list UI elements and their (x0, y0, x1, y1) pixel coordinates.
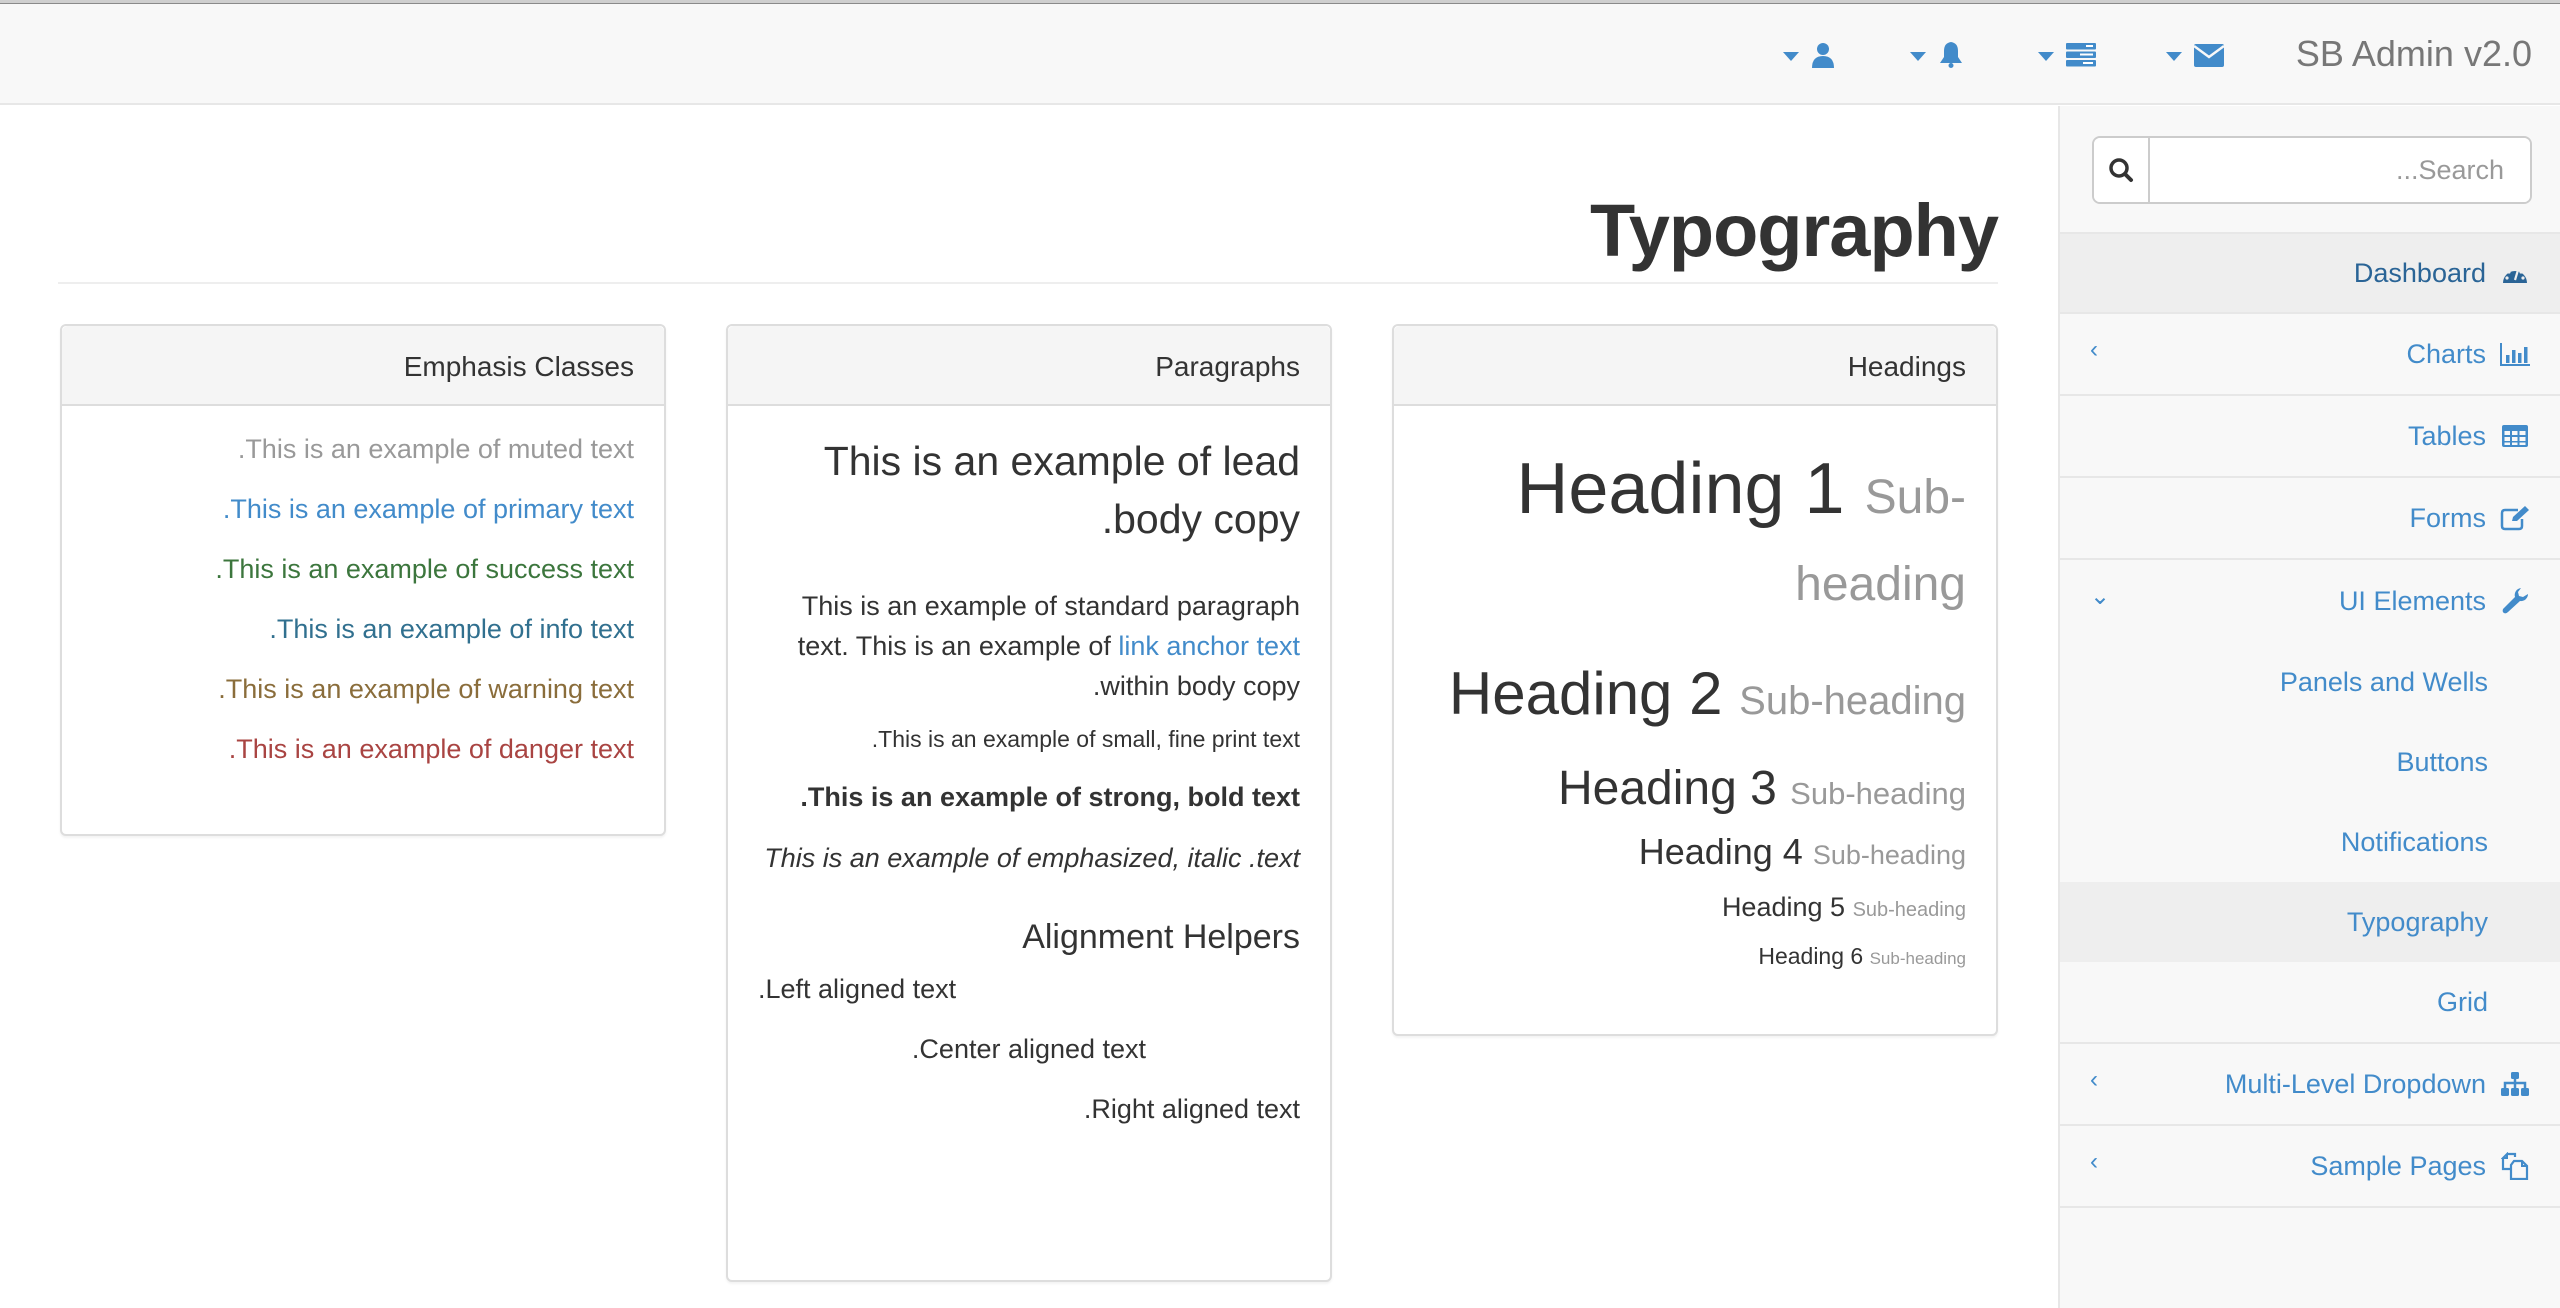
sidebar-item-label: Charts (2406, 338, 2486, 369)
bar-chart-icon (2500, 342, 2530, 366)
headings-panel: Headings Heading 1 Sub-heading Heading 2… (1392, 324, 1998, 1036)
bell-icon (1938, 41, 1964, 69)
panel-body: This is an example of lead .body copy Th… (728, 406, 1330, 1156)
heading-4: Heading 4 Sub-heading (1424, 830, 1966, 877)
user-icon (1811, 42, 1835, 68)
emphasis-panel: Emphasis Classes .This is an example of … (60, 324, 666, 836)
user-dropdown[interactable] (1783, 38, 1835, 72)
sidebar-subitem-grid[interactable]: Grid (2060, 962, 2560, 1042)
heading-text: Heading 2 (1448, 660, 1723, 727)
heading-text: Heading 6 (1758, 943, 1864, 969)
sidebar-item-multi-level-dropdown[interactable]: ‹ Multi-Level Dropdown (2060, 1044, 2560, 1126)
sitemap-icon (2500, 1071, 2530, 1097)
chevron-down-icon: ⌄ (2090, 583, 2111, 610)
caret-down-icon (1910, 51, 1926, 61)
sidebar-subitem-notifications[interactable]: Notifications (2060, 802, 2560, 882)
sidebar-item-tables[interactable]: Tables (2060, 396, 2560, 478)
right-aligned-text: .Right aligned text (1083, 1094, 1300, 1124)
caret-down-icon (2038, 51, 2054, 61)
sidebar-subitem-panels-and-wells[interactable]: Panels and Wells (2060, 642, 2560, 722)
sidebar-nav: Dashboard ‹ Charts Tables Forms ⌄ UI Ele… (2060, 232, 2560, 1208)
paragraph-text: .within body copy (1092, 671, 1300, 701)
table-icon (2500, 424, 2530, 448)
sidebar-item-charts[interactable]: ‹ Charts (2060, 314, 2560, 396)
sidebar-item-sample-pages[interactable]: ‹ Sample Pages (2060, 1126, 2560, 1208)
success-text: .This is an example of success text (215, 554, 634, 584)
files-icon (2500, 1152, 2530, 1180)
sub-heading: Sub-heading (1869, 949, 1966, 968)
heading-3: Heading 3 Sub-heading (1424, 761, 1966, 822)
wrench-icon (2500, 587, 2530, 615)
sidebar-item-label: Forms (2409, 502, 2487, 533)
heading-5: Heading 5 Sub-heading (1424, 889, 1966, 928)
heading-text: Heading 5 (1721, 892, 1846, 922)
chevron-left-icon: ‹ (2090, 1066, 2098, 1093)
search-icon (2109, 158, 2133, 182)
panel-heading: Paragraphs (728, 326, 1330, 406)
sidebar-item-label: Dashboard (2353, 257, 2486, 288)
chevron-left-icon: ‹ (2090, 1148, 2098, 1175)
alerts-dropdown[interactable] (1910, 38, 1964, 72)
envelope-icon (2194, 43, 2224, 67)
lead-text: This is an example of lead .body copy (823, 438, 1300, 542)
sub-heading: Sub-heading (1790, 776, 1966, 811)
ui-elements-submenu: Panels and Wells Buttons Notifications T… (2060, 642, 2560, 1044)
tasks-dropdown[interactable] (2038, 38, 2096, 72)
sidebar: Dashboard ‹ Charts Tables Forms ⌄ (2058, 106, 2560, 1308)
page-wrapper: Typography Emphasis Classes .This is an … (0, 106, 2058, 1308)
sidebar-item-label: Sample Pages (2310, 1150, 2486, 1181)
heading-1: Heading 1 Sub-heading (1424, 450, 1966, 624)
info-text: .This is an example of info text (269, 614, 634, 644)
sidebar-item-label: Multi-Level Dropdown (2224, 1068, 2486, 1099)
sidebar-item-dashboard[interactable]: Dashboard (2060, 232, 2560, 314)
caret-down-icon (2166, 51, 2182, 61)
small-print-text: .This is an example of small, fine print… (871, 726, 1300, 752)
heading-6: Heading 6 Sub-heading (1424, 940, 1966, 975)
sub-heading: Sub-heading (1739, 679, 1966, 723)
brand-link[interactable]: SB Admin v2.0 (2296, 32, 2532, 76)
chevron-left-icon: ‹ (2090, 336, 2098, 363)
dashboard-icon (2500, 261, 2530, 285)
heading-2: Heading 2 Sub-heading (1424, 658, 1966, 737)
sidebar-item-label: Tables (2407, 420, 2486, 451)
search-input[interactable] (2150, 138, 2530, 202)
left-aligned-text: .Left aligned text (758, 974, 957, 1004)
sub-heading: Sub-heading (1852, 899, 1966, 921)
tasks-icon (2066, 43, 2096, 67)
paragraphs-panel: Paragraphs This is an example of lead .b… (726, 324, 1332, 1282)
alignment-heading: Alignment Helpers (1022, 918, 1300, 956)
panel-heading: Headings (1394, 326, 1996, 406)
heading-text: Heading 4 (1638, 831, 1803, 872)
bold-text: .This is an example of strong, bold text (800, 782, 1300, 812)
sidebar-search (2092, 136, 2532, 204)
page-title: Typography (1590, 189, 1999, 272)
panel-body: .This is an example of muted text .This … (62, 406, 664, 822)
panel-heading: Emphasis Classes (62, 326, 664, 406)
search-button[interactable] (2094, 138, 2150, 202)
top-navbar: SB Admin v2.0 (0, 4, 2560, 105)
messages-dropdown[interactable] (2166, 38, 2224, 72)
sidebar-item-ui-elements[interactable]: ⌄ UI Elements (2060, 560, 2560, 642)
heading-text: Heading 3 (1557, 762, 1777, 815)
sidebar-subitem-typography[interactable]: Typography (2060, 882, 2560, 962)
italic-text: This is an example of emphasized, italic… (764, 843, 1300, 873)
edit-icon (2500, 505, 2530, 531)
danger-text: .This is an example of danger text (228, 734, 634, 764)
panel-body: Heading 1 Sub-heading Heading 2 Sub-head… (1394, 406, 1996, 1005)
primary-text: .This is an example of primary text (222, 494, 634, 524)
center-aligned-text: .Center aligned text (911, 1034, 1147, 1064)
muted-text: .This is an example of muted text (237, 434, 634, 464)
sub-heading: Sub-heading (1812, 840, 1966, 870)
warning-text: .This is an example of warning text (218, 674, 634, 704)
caret-down-icon (1783, 51, 1799, 61)
anchor-link[interactable]: link anchor text (1118, 631, 1300, 661)
sidebar-item-label: UI Elements (2338, 585, 2486, 616)
header-divider (58, 282, 1998, 284)
sidebar-subitem-buttons[interactable]: Buttons (2060, 722, 2560, 802)
heading-text: Heading 1 (1516, 449, 1845, 529)
sidebar-item-forms[interactable]: Forms (2060, 478, 2560, 560)
standard-paragraph: This is an example of standard paragraph… (758, 586, 1300, 706)
